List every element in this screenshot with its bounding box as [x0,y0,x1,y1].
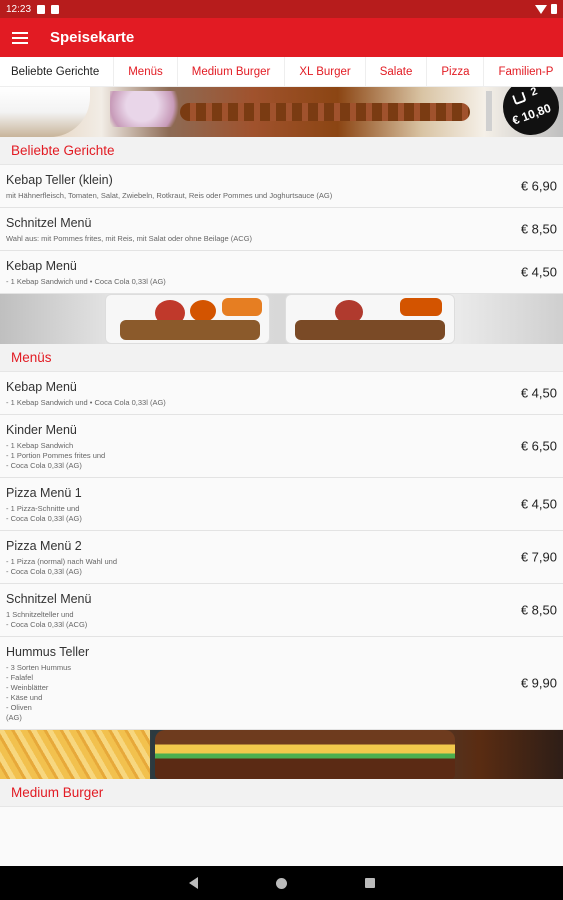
recent-apps-icon[interactable] [364,878,375,888]
item-price: € 4,50 [520,496,557,512]
home-icon[interactable] [275,877,287,889]
item-price: € 4,50 [520,264,557,280]
menu-item[interactable]: Pizza Menü 2 - 1 Pizza (normal) nach Wah… [0,531,563,584]
battery-icon [551,4,557,14]
tab-familien-pizza[interactable]: Familien-P [484,57,563,86]
menu-item[interactable]: Kebap Menü - 1 Kebap Sandwich und • Coca… [0,251,563,294]
tab-menues[interactable]: Menüs [114,57,178,86]
wifi-icon [535,4,547,14]
status-bar: 12:23 [0,0,563,18]
item-name: Kebap Teller (klein) [6,173,113,187]
menu-list[interactable]: 2 € 10,80 Beliebte Gerichte Kebap Teller… [0,87,563,866]
item-price: € 8,50 [520,602,557,618]
item-name: Kebap Menü [6,380,77,394]
item-price: € 4,50 [520,385,557,401]
tab-xl-burger[interactable]: XL Burger [285,57,366,86]
item-price: € 8,50 [520,221,557,237]
item-name: Hummus Teller [6,645,90,659]
item-name: Schnitzel Menü [6,592,92,606]
tab-medium-burger[interactable]: Medium Burger [178,57,286,86]
item-name: Pizza Menü 1 [6,486,82,500]
section-header: Medium Burger [0,779,563,807]
plate-banner-image [0,294,563,344]
tab-salate[interactable]: Salate [366,57,428,86]
item-description: - 3 Sorten Hummus - Falafel - Weinblätte… [6,663,72,722]
notification-icon [37,4,46,14]
status-time: 12:23 [6,3,32,15]
tab-beliebte-gerichte[interactable]: Beliebte Gerichte [0,57,115,86]
section-header: Beliebte Gerichte [0,137,563,165]
item-price: € 6,50 [520,438,557,454]
item-name: Schnitzel Menü [6,216,92,230]
tab-pizza[interactable]: Pizza [427,57,485,86]
item-description: - 1 Pizza (normal) nach Wahl und - Coca … [6,557,118,576]
hamburger-menu-icon[interactable] [12,31,28,44]
back-icon[interactable] [188,877,198,889]
item-description: - 1 Kebap Sandwich - 1 Portion Pommes fr… [6,441,106,470]
item-description: - 1 Kebap Sandwich und • Coca Cola 0,33l… [6,277,166,286]
cart-icon [512,91,527,106]
item-name: Kebap Menü [6,259,77,273]
menu-item[interactable]: Schnitzel Menü 1 Schnitzelteller und - C… [0,584,563,637]
app-bar: Speisekarte [0,18,563,57]
menu-item[interactable]: Kinder Menü - 1 Kebap Sandwich - 1 Porti… [0,415,563,478]
cart-count: 2 [529,87,540,99]
item-price: € 7,90 [520,549,557,565]
cart-total: € 10,80 [510,100,553,128]
category-tabs: Beliebte Gerichte Menüs Medium Burger XL… [0,57,563,87]
cart-button[interactable]: 2 € 10,80 [495,87,563,137]
menu-item[interactable]: Pizza Menü 1 - 1 Pizza-Schnitte und - Co… [0,478,563,531]
system-nav-bar [0,866,563,900]
item-description: Wahl aus: mit Pommes frites, mit Reis, m… [6,234,253,243]
sim-icon [51,4,60,14]
item-price: € 9,90 [520,675,557,691]
menu-item[interactable]: Schnitzel Menü Wahl aus: mit Pommes frit… [0,208,563,251]
kebab-banner-image: 2 € 10,80 [0,87,563,137]
app-title: Speisekarte [50,29,135,46]
menu-item[interactable]: Kebap Teller (klein) mit Hähnerfleisch, … [0,165,563,208]
item-name: Pizza Menü 2 [6,539,82,553]
item-description: 1 Schnitzelteller und - Coca Cola 0,33l … [6,610,88,629]
item-name: Kinder Menü [6,423,77,437]
item-description: - 1 Kebap Sandwich und • Coca Cola 0,33l… [6,398,166,407]
item-description: mit Hähnerfleisch, Tomaten, Salat, Zwieb… [6,191,333,200]
item-price: € 6,90 [520,178,557,194]
section-header: Menüs [0,344,563,372]
menu-item[interactable]: Kebap Menü - 1 Kebap Sandwich und • Coca… [0,372,563,415]
burger-banner-image [0,730,563,779]
menu-item[interactable]: Hummus Teller - 3 Sorten Hummus - Falafe… [0,637,563,730]
item-description: - 1 Pizza-Schnitte und - Coca Cola 0,33l… [6,504,82,523]
